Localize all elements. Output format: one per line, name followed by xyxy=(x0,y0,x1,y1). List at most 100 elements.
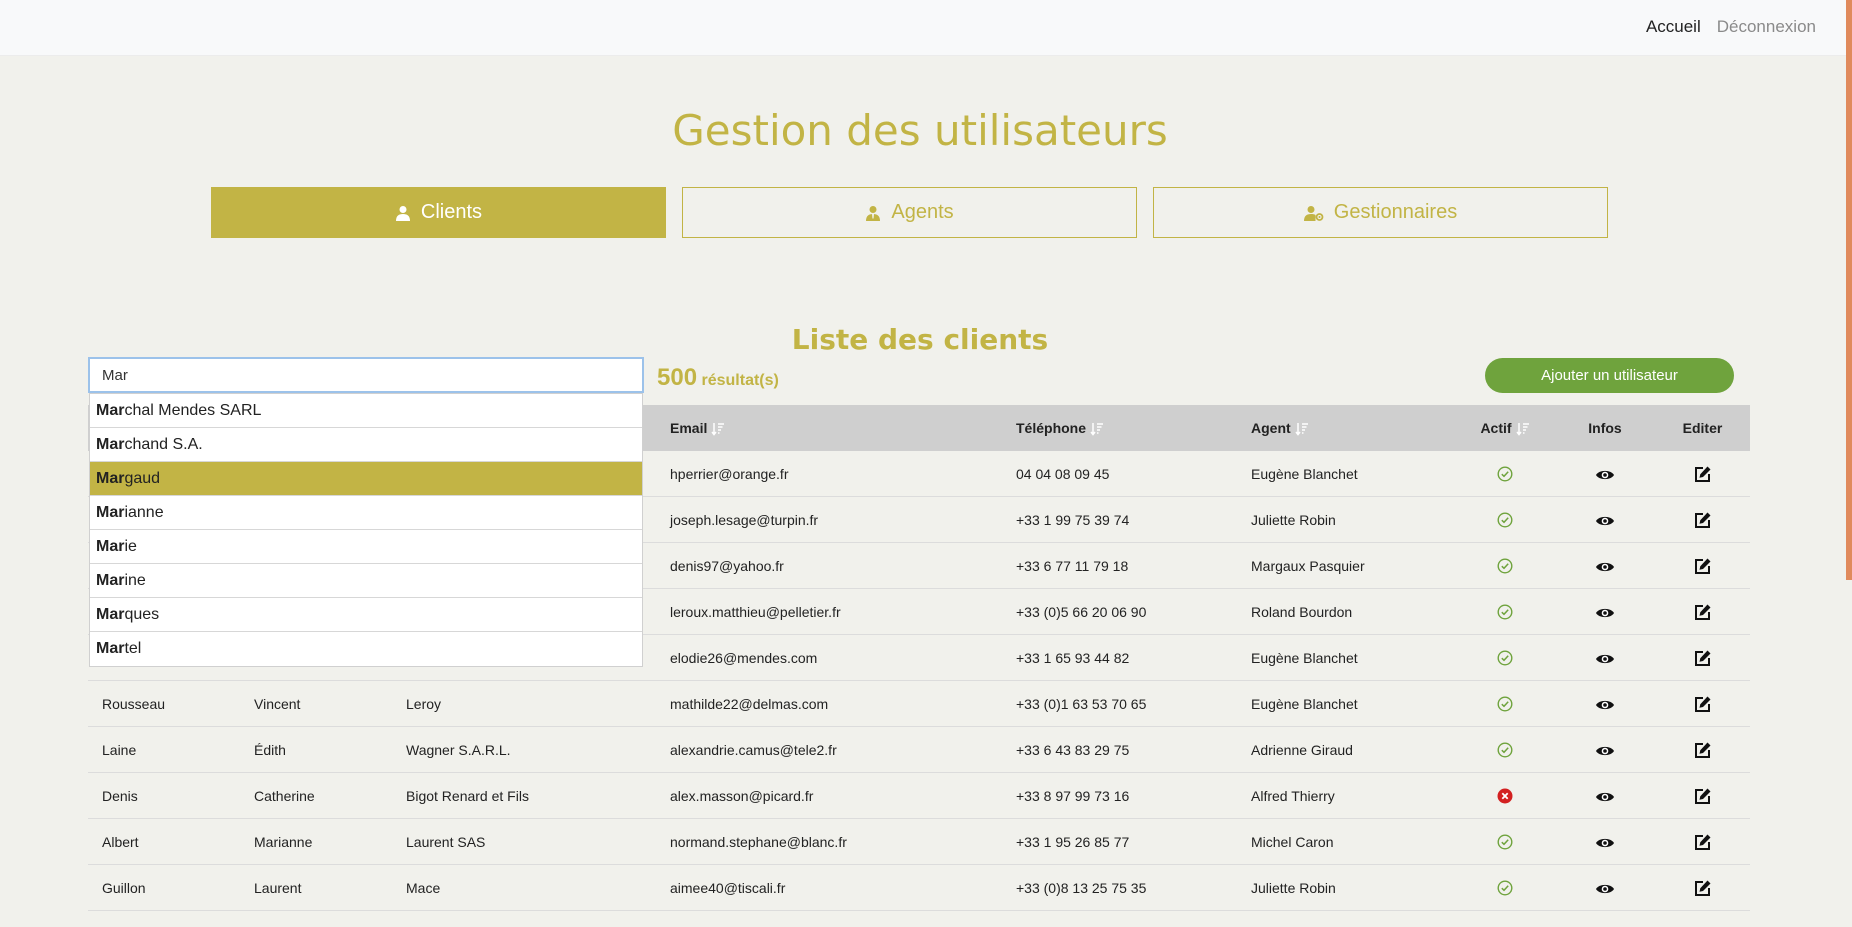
cell-edit[interactable] xyxy=(1655,496,1750,543)
tab-gestionnaires[interactable]: Gestionnaires xyxy=(1153,187,1608,238)
autocomplete-item[interactable]: Marchand S.A. xyxy=(90,428,642,462)
tab-clients[interactable]: Clients xyxy=(211,187,666,238)
cell-infos[interactable] xyxy=(1555,588,1655,635)
autocomplete-match: Mar xyxy=(96,504,125,521)
header-email[interactable]: Email xyxy=(656,405,1002,451)
cell-nom: Denis xyxy=(88,772,240,819)
header-phone[interactable]: Téléphone xyxy=(1002,405,1237,451)
edit-icon[interactable] xyxy=(1694,649,1712,667)
header-edit: Editer xyxy=(1655,405,1750,451)
edit-icon[interactable] xyxy=(1694,695,1712,713)
autocomplete-match: Mar xyxy=(96,538,125,555)
table-row: Albert Marianne Laurent SAS normand.stephan… xyxy=(88,818,1750,865)
cell-infos[interactable] xyxy=(1555,818,1655,865)
tab-label: Gestionnaires xyxy=(1333,201,1458,223)
cell-phone: +33 1 99 75 39 74 xyxy=(1002,496,1237,543)
cell-societe: Laurent SAS xyxy=(392,818,656,865)
sort-icon[interactable] xyxy=(1295,422,1309,436)
tab-agents[interactable]: Agents xyxy=(682,187,1137,238)
cell-infos[interactable] xyxy=(1555,542,1655,589)
edit-icon[interactable] xyxy=(1694,511,1712,529)
cell-active xyxy=(1455,772,1555,819)
autocomplete-rest: chand S.A. xyxy=(124,436,203,453)
eye-icon[interactable] xyxy=(1595,652,1615,666)
cell-edit[interactable] xyxy=(1655,588,1750,635)
cell-prenom: Catherine xyxy=(240,772,392,819)
header-agent[interactable]: Agent xyxy=(1237,405,1455,451)
eye-icon[interactable] xyxy=(1595,560,1615,574)
results-number: 500 xyxy=(657,364,698,391)
cell-active xyxy=(1455,864,1555,911)
edit-icon[interactable] xyxy=(1694,787,1712,805)
user-type-tabs: Clients Agents Gestionnaires xyxy=(211,187,1608,238)
sort-icon[interactable] xyxy=(1090,422,1104,436)
autocomplete-item[interactable]: Marques xyxy=(90,598,642,632)
cell-infos[interactable] xyxy=(1555,634,1655,681)
cell-email: joseph.lesage@turpin.fr xyxy=(656,496,1002,543)
eye-icon[interactable] xyxy=(1595,606,1615,620)
results-count: 500 résultat(s) xyxy=(657,364,779,392)
cell-active xyxy=(1455,680,1555,727)
eye-icon[interactable] xyxy=(1595,468,1615,482)
cell-edit[interactable] xyxy=(1655,680,1750,727)
table-row: Laine Édith Wagner S.A.R.L. alexandrie.camu… xyxy=(88,726,1750,773)
tab-label: Agents xyxy=(891,201,954,223)
cell-edit[interactable] xyxy=(1655,451,1750,497)
edit-icon[interactable] xyxy=(1694,465,1712,483)
table-row: Denis Catherine Bigot Renard et Fils alex.m… xyxy=(88,772,1750,819)
cell-email: alex.masson@picard.fr xyxy=(656,772,1002,819)
cell-edit[interactable] xyxy=(1655,818,1750,865)
autocomplete-item[interactable]: Martel xyxy=(90,632,642,666)
autocomplete-item[interactable]: Marine xyxy=(90,564,642,598)
search-input[interactable] xyxy=(88,357,644,393)
eye-icon[interactable] xyxy=(1595,744,1615,758)
active-check-icon xyxy=(1497,834,1513,850)
header-active[interactable]: Actif xyxy=(1455,405,1555,451)
nav-home-link[interactable]: Accueil xyxy=(1646,17,1701,37)
cell-edit[interactable] xyxy=(1655,772,1750,819)
sort-icon[interactable] xyxy=(711,422,725,436)
cell-infos[interactable] xyxy=(1555,726,1655,773)
cell-edit[interactable] xyxy=(1655,542,1750,589)
cell-agent: Adrienne Giraud xyxy=(1237,726,1455,773)
eye-icon[interactable] xyxy=(1595,882,1615,896)
cell-infos[interactable] xyxy=(1555,772,1655,819)
autocomplete-item[interactable]: Margaud xyxy=(90,462,642,496)
eye-icon[interactable] xyxy=(1595,698,1615,712)
eye-icon[interactable] xyxy=(1595,790,1615,804)
edit-icon[interactable] xyxy=(1694,603,1712,621)
sort-icon[interactable] xyxy=(1515,422,1530,436)
autocomplete-item[interactable]: Marianne xyxy=(90,496,642,530)
cell-infos[interactable] xyxy=(1555,496,1655,543)
cell-edit[interactable] xyxy=(1655,864,1750,911)
active-check-icon xyxy=(1497,696,1513,712)
top-navbar: Accueil Déconnexion xyxy=(0,0,1852,56)
section-title: Liste des clients xyxy=(791,323,1049,357)
cell-edit[interactable] xyxy=(1655,634,1750,681)
eye-icon[interactable] xyxy=(1595,514,1615,528)
cell-societe: Leroy xyxy=(392,680,656,727)
eye-icon[interactable] xyxy=(1595,836,1615,850)
add-user-button[interactable]: Ajouter un utilisateur xyxy=(1485,358,1734,393)
scrollbar-accent[interactable] xyxy=(1846,0,1852,580)
search-autocomplete-list: Marchal Mendes SARL Marchand S.A. Margaud M… xyxy=(89,393,643,667)
edit-icon[interactable] xyxy=(1694,833,1712,851)
cell-infos[interactable] xyxy=(1555,451,1655,497)
tab-label: Clients xyxy=(420,201,483,223)
nav-logout-link[interactable]: Déconnexion xyxy=(1717,17,1816,37)
cell-phone: +33 (0)8 13 25 75 35 xyxy=(1002,864,1237,911)
cell-edit[interactable] xyxy=(1655,726,1750,773)
autocomplete-rest: ianne xyxy=(124,504,164,521)
cell-agent: Alfred Thierry xyxy=(1237,772,1455,819)
edit-icon[interactable] xyxy=(1694,741,1712,759)
cell-infos[interactable] xyxy=(1555,864,1655,911)
autocomplete-item[interactable]: Marchal Mendes SARL xyxy=(90,394,642,428)
cell-phone: +33 1 65 93 44 82 xyxy=(1002,634,1237,681)
edit-icon[interactable] xyxy=(1694,879,1712,897)
autocomplete-item[interactable]: Marie xyxy=(90,530,642,564)
cell-email: leroux.matthieu@pelletier.fr xyxy=(656,588,1002,635)
edit-icon[interactable] xyxy=(1694,557,1712,575)
cell-societe: Wagner S.A.R.L. xyxy=(392,726,656,773)
cell-nom: Albert xyxy=(88,818,240,865)
cell-infos[interactable] xyxy=(1555,680,1655,727)
